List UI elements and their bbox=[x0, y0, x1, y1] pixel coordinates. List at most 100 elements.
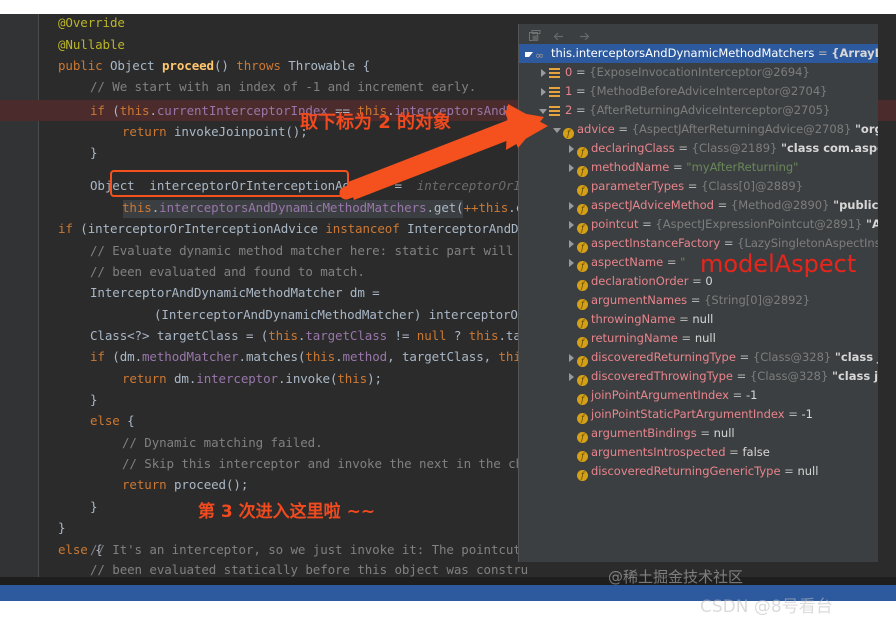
chevron-right-icon[interactable] bbox=[539, 87, 548, 96]
annotation-note-third-entry: 第 3 次进入这里啦 ~~ bbox=[198, 502, 376, 522]
variable-row[interactable]: f aspectJAdviceMethod = {Method@2890} "pu… bbox=[519, 196, 878, 215]
variable-name: joinPointStaticPartArgumentIndex bbox=[591, 407, 785, 421]
variable-row[interactable]: f pointcut = {AspectJExpressionPointcut@2… bbox=[519, 215, 878, 234]
variable-value: -1 bbox=[801, 407, 813, 421]
variable-row[interactable]: f parameterTypes = {Class[0]@2889} bbox=[519, 177, 878, 196]
annotation-aspect-name-overlay: modelAspect bbox=[700, 250, 857, 278]
code-line: // Skip this interceptor and invoke the … bbox=[122, 456, 531, 471]
array-element-icon bbox=[549, 86, 562, 97]
equals-sign: = bbox=[696, 426, 714, 440]
code-line: // Dynamic matching failed. bbox=[122, 435, 323, 450]
field-icon: f bbox=[577, 337, 588, 348]
code-line: Class<?> targetClass = (this.targetClass… bbox=[90, 328, 529, 343]
array-element-icon bbox=[549, 67, 562, 78]
variable-name: this.interceptorsAndDynamicMethodMatcher… bbox=[551, 46, 815, 60]
chevron-right-icon[interactable] bbox=[567, 239, 576, 248]
chevron-right-icon[interactable] bbox=[567, 163, 576, 172]
variable-row[interactable]: f declaringClass = {Class@2189} "class co… bbox=[519, 139, 878, 158]
variable-row[interactable]: f argumentBindings = null bbox=[519, 424, 878, 443]
code-line: @Nullable bbox=[58, 37, 125, 52]
variable-value: {AspectJAfterReturningAdvice@2708} bbox=[631, 122, 855, 136]
variable-value: {Method@2890} bbox=[730, 198, 834, 212]
variable-value: null bbox=[797, 464, 819, 478]
variable-row[interactable]: f discoveredReturningType = {Class@328} "… bbox=[519, 348, 878, 367]
variable-row[interactable]: 0 = {ExposeInvocationInterceptor@2694} bbox=[519, 63, 878, 82]
chevron-down-icon[interactable] bbox=[525, 49, 534, 58]
variable-row[interactable]: ∞ this.interceptorsAndDynamicMethodMatche… bbox=[519, 44, 878, 63]
variable-value: {Class@2189} bbox=[691, 141, 781, 155]
variable-name: argumentsIntrospected bbox=[591, 445, 726, 459]
field-icon: f bbox=[563, 128, 574, 139]
chevron-right-icon[interactable] bbox=[567, 201, 576, 210]
chevron-right-icon[interactable] bbox=[567, 258, 576, 267]
variable-name: methodName bbox=[591, 160, 670, 174]
debugger-variables-panel[interactable]: ∞ this.interceptorsAndDynamicMethodMatche… bbox=[518, 24, 878, 562]
variable-row[interactable]: f advice = {AspectJAfterReturningAdvice@2… bbox=[519, 120, 878, 139]
field-icon: f bbox=[577, 223, 588, 234]
variable-row[interactable]: 1 = {MethodBeforeAdviceInterceptor@2704} bbox=[519, 82, 878, 101]
equals-sign: = bbox=[614, 122, 632, 136]
variable-row[interactable]: f argumentsIntrospected = false bbox=[519, 443, 878, 462]
variable-name: throwingName bbox=[591, 312, 676, 326]
variable-row[interactable]: f returningName = null bbox=[519, 329, 878, 348]
equals-sign: = bbox=[572, 103, 590, 117]
equals-sign: = bbox=[713, 198, 731, 212]
variable-name: aspectJAdviceMethod bbox=[591, 198, 714, 212]
equals-sign: = bbox=[663, 255, 681, 269]
code-line: return dm.interceptor.invoke(this); bbox=[122, 371, 382, 386]
variable-name: declaringClass bbox=[591, 141, 675, 155]
chevron-down-icon[interactable] bbox=[539, 106, 548, 115]
variable-row[interactable]: f discoveredReturningGenericType = null bbox=[519, 462, 878, 481]
variable-value: "class jav bbox=[834, 350, 878, 364]
equals-sign: = bbox=[814, 46, 832, 60]
variables-tree[interactable]: ∞ this.interceptorsAndDynamicMethodMatche… bbox=[519, 44, 878, 562]
variable-row[interactable]: f methodName = "myAfterReturning" bbox=[519, 158, 878, 177]
code-line: public Object proceed() throws Throwable… bbox=[58, 58, 370, 73]
debugger-toolbar[interactable] bbox=[519, 24, 878, 44]
variable-value: {Class@328} bbox=[749, 369, 832, 383]
chevron-right-icon[interactable] bbox=[567, 353, 576, 362]
variable-row[interactable]: f joinPointStaticPartArgumentIndex = -1 bbox=[519, 405, 878, 424]
variable-row[interactable]: f joinPointArgumentIndex = -1 bbox=[519, 386, 878, 405]
copy-to-clipboard-icon[interactable] bbox=[529, 28, 543, 41]
variable-value: "myAfterReturning" bbox=[686, 160, 799, 174]
field-icon: f bbox=[577, 356, 588, 367]
variable-value: null bbox=[692, 312, 714, 326]
code-line: // It's an interceptor, so we just invok… bbox=[90, 542, 521, 557]
field-icon: f bbox=[577, 375, 588, 386]
forward-arrow-icon[interactable] bbox=[577, 28, 591, 41]
chevron-right-icon[interactable] bbox=[567, 220, 576, 229]
field-icon: f bbox=[577, 470, 588, 481]
equals-sign: = bbox=[572, 84, 590, 98]
variable-value: "public v bbox=[833, 198, 878, 212]
variable-name: argumentBindings bbox=[591, 426, 697, 440]
field-icon: f bbox=[577, 413, 588, 424]
variable-value: {MethodBeforeAdviceInterceptor@2704} bbox=[589, 84, 828, 98]
equals-sign: = bbox=[638, 217, 656, 231]
variable-row[interactable]: 2 = {AfterReturningAdviceInterceptor@270… bbox=[519, 101, 878, 120]
field-icon: f bbox=[577, 242, 588, 253]
variable-value: " bbox=[680, 255, 686, 269]
screenshot-root: @Override @Nullable public Object procee… bbox=[0, 0, 896, 620]
array-element-icon bbox=[549, 105, 562, 116]
chevron-right-icon[interactable] bbox=[567, 372, 576, 381]
variable-row[interactable]: f argumentNames = {String[0]@2892} bbox=[519, 291, 878, 310]
code-line: else { bbox=[90, 413, 135, 428]
code-line: } bbox=[90, 499, 98, 514]
equals-sign: = bbox=[687, 293, 705, 307]
field-icon: f bbox=[577, 394, 588, 405]
back-arrow-icon[interactable] bbox=[553, 28, 567, 41]
chevron-down-icon[interactable] bbox=[553, 125, 562, 134]
field-icon: f bbox=[577, 261, 588, 272]
field-icon: f bbox=[577, 204, 588, 215]
field-icon: f bbox=[577, 451, 588, 462]
chevron-right-icon[interactable] bbox=[567, 144, 576, 153]
chevron-right-icon[interactable] bbox=[539, 68, 548, 77]
equals-sign: = bbox=[572, 65, 590, 79]
variable-row[interactable]: f discoveredThrowingType = {Class@328} "c… bbox=[519, 367, 878, 386]
code-line: (InterceptorAndDynamicMethodMatcher) int… bbox=[154, 307, 533, 322]
variable-row[interactable]: f throwingName = null bbox=[519, 310, 878, 329]
page-bottom-clipped-text bbox=[60, 606, 64, 619]
equals-sign: = bbox=[675, 312, 693, 326]
equals-sign: = bbox=[780, 464, 798, 478]
